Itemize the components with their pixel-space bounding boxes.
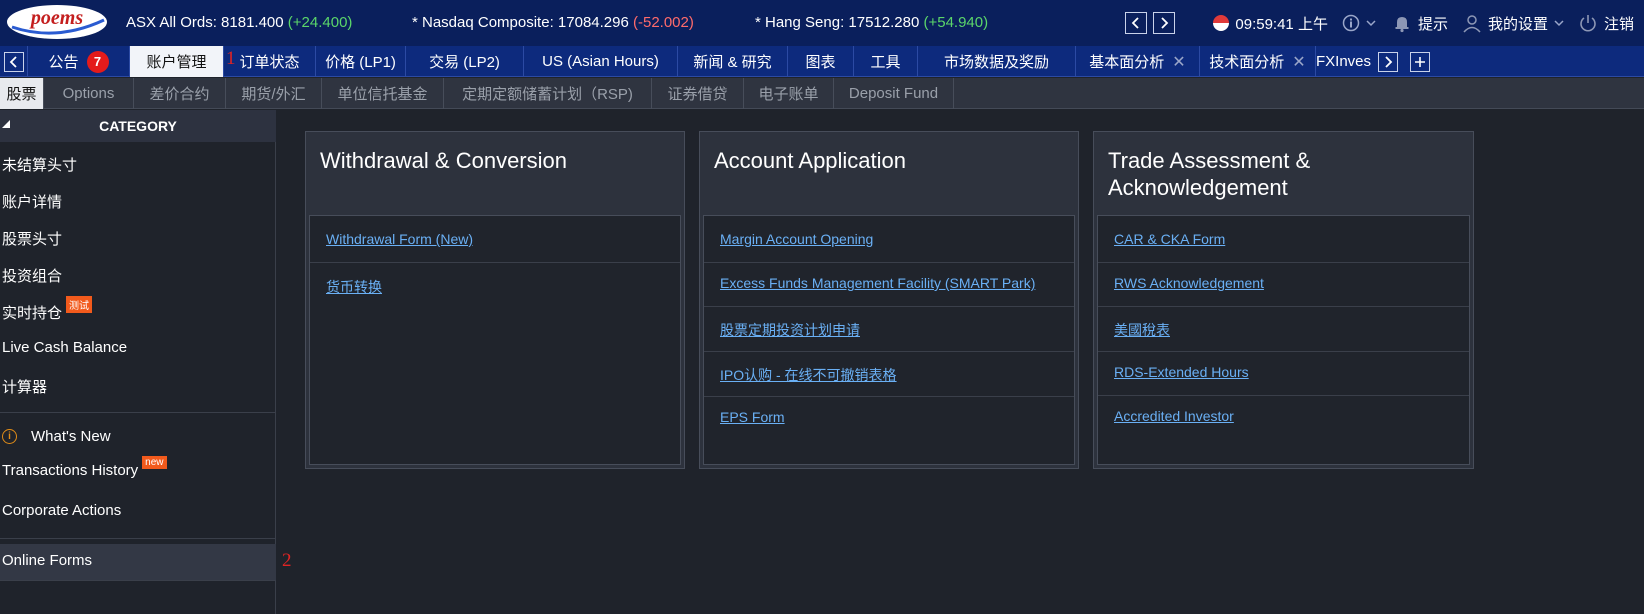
tab-technical-analysis[interactable]: 技术面分析 ✕ bbox=[1200, 46, 1316, 77]
sidebar-item-portfolio[interactable]: 投资组合 bbox=[2, 265, 62, 286]
subtab-stocks[interactable]: 股票 bbox=[0, 78, 44, 109]
chevron-down-icon[interactable] bbox=[1366, 19, 1376, 27]
user-icon[interactable] bbox=[1462, 13, 1482, 33]
sidebar-divider bbox=[0, 538, 276, 539]
tab-announcements[interactable]: 公告 7 bbox=[28, 46, 130, 77]
clock-time: 09:59:41 上午 bbox=[1235, 15, 1328, 33]
sidebar-item-live-cash-balance[interactable]: Live Cash Balance bbox=[2, 339, 127, 356]
link-rws-acknowledgement[interactable]: RWS Acknowledgement bbox=[1114, 275, 1264, 291]
category-header[interactable]: CATEGORY bbox=[0, 110, 276, 142]
new-tag: new bbox=[142, 456, 167, 469]
tab-fundamental-analysis[interactable]: 基本面分析 ✕ bbox=[1076, 46, 1200, 77]
subtab-e-statements[interactable]: 电子账单 bbox=[744, 78, 834, 109]
sidebar-divider bbox=[0, 412, 276, 413]
subtab-securities-lending[interactable]: 证券借贷 bbox=[652, 78, 744, 109]
sidebar-item-whats-new[interactable]: i What's New bbox=[2, 428, 111, 445]
sidebar-item-online-forms[interactable]: Online Forms bbox=[2, 552, 92, 569]
tab-fxinvest[interactable]: FXInves bbox=[1316, 46, 1372, 77]
tab-price-lp1[interactable]: 价格 (LP1) bbox=[316, 46, 406, 77]
nav-scroll-right-button[interactable] bbox=[1374, 46, 1402, 77]
ticker-hangseng: * Hang Seng: 17512.280 (+54.940) bbox=[755, 14, 989, 31]
announcement-count-badge: 7 bbox=[86, 50, 109, 73]
sidebar-item-realtime-holdings[interactable]: 实时持仓 测试 bbox=[2, 296, 93, 323]
poems-logo[interactable]: poems bbox=[4, 2, 110, 42]
timezone-info-icon[interactable] bbox=[1342, 14, 1360, 32]
subtab-deposit-fund[interactable]: Deposit Fund bbox=[834, 78, 954, 109]
chevron-left-icon bbox=[9, 55, 17, 68]
ticker-nasdaq: * Nasdaq Composite: 17084.296 (-52.002) bbox=[412, 14, 694, 31]
annotation-marker-1: 1 bbox=[226, 48, 236, 69]
chevron-right-icon bbox=[1385, 55, 1393, 68]
sidebar-item-stock-positions[interactable]: 股票头寸 bbox=[2, 228, 62, 249]
ticker-prev-button[interactable] bbox=[1125, 12, 1148, 34]
link-currency-conversion[interactable]: 货币转换 bbox=[326, 277, 382, 297]
link-accredited-investor[interactable]: Accredited Investor bbox=[1114, 408, 1234, 424]
sidebar-divider bbox=[0, 580, 276, 581]
tab-trade-lp2[interactable]: 交易 (LP2) bbox=[406, 46, 524, 77]
panel-form-list: CAR & CKA Form RWS Acknowledgement 美國稅表 … bbox=[1097, 215, 1470, 465]
tab-market-data-rewards[interactable]: 市场数据及奖励 bbox=[918, 46, 1076, 77]
subtab-unit-trusts[interactable]: 单位信托基金 bbox=[322, 78, 444, 109]
plus-icon bbox=[1415, 56, 1425, 67]
subtab-options[interactable]: Options bbox=[44, 78, 134, 109]
category-sidebar: CATEGORY 未结算头寸 账户详情 股票头寸 投资组合 实时持仓 测试 Li… bbox=[0, 110, 276, 614]
chevron-left-icon bbox=[1132, 17, 1140, 29]
power-icon[interactable] bbox=[1578, 13, 1598, 33]
panel-trade-assessment: Trade Assessment & Acknowledgement CAR &… bbox=[1093, 131, 1474, 469]
link-smart-park[interactable]: Excess Funds Management Facility (SMART … bbox=[720, 275, 1035, 291]
tab-order-status[interactable]: 订单状态 bbox=[224, 46, 316, 77]
main-nav-bar: 公告 7 账户管理 订单状态 价格 (LP1) 交易 (LP2) US (Asi… bbox=[0, 46, 1644, 77]
chevron-right-icon bbox=[1161, 17, 1169, 29]
link-stock-investment-plan[interactable]: 股票定期投资计划申请 bbox=[720, 320, 860, 340]
tab-us-asian-hours[interactable]: US (Asian Hours) bbox=[524, 46, 678, 77]
panel-form-list: Margin Account Opening Excess Funds Mana… bbox=[703, 215, 1075, 465]
top-bar: poems ASX All Ords: 8181.400 (+24.400) *… bbox=[0, 0, 1644, 46]
ticker-asx: ASX All Ords: 8181.400 (+24.400) bbox=[126, 14, 353, 31]
logout-label[interactable]: 注销 bbox=[1604, 13, 1634, 34]
add-tab-button[interactable] bbox=[1406, 46, 1434, 77]
subtab-rsp[interactable]: 定期定额储蓄计划（RSP) bbox=[444, 78, 652, 109]
panel-title: Account Application bbox=[714, 148, 907, 173]
subtab-cfd[interactable]: 差价合约 bbox=[134, 78, 226, 109]
ticker-next-button[interactable] bbox=[1153, 12, 1176, 34]
sidebar-item-calculator[interactable]: 计算器 bbox=[2, 376, 47, 397]
link-us-tax-form[interactable]: 美國稅表 bbox=[1114, 320, 1170, 340]
panel-account-application: Account Application Margin Account Openi… bbox=[699, 131, 1079, 469]
collapse-triangle-icon[interactable] bbox=[2, 120, 10, 128]
sidebar-item-account-details[interactable]: 账户详情 bbox=[2, 191, 62, 212]
sub-tab-bar: 股票 Options 差价合约 期货/外汇 单位信托基金 定期定额储蓄计划（RS… bbox=[0, 78, 1644, 109]
link-withdrawal-form[interactable]: Withdrawal Form (New) bbox=[326, 231, 473, 247]
tab-account-management[interactable]: 账户管理 bbox=[130, 46, 224, 77]
sidebar-item-unsettled-positions[interactable]: 未结算头寸 bbox=[2, 154, 77, 175]
close-icon[interactable]: ✕ bbox=[1172, 52, 1185, 72]
link-car-cka-form[interactable]: CAR & CKA Form bbox=[1114, 231, 1225, 247]
panel-title: Withdrawal & Conversion bbox=[320, 148, 567, 173]
link-ipo-subscription[interactable]: IPO认购 - 在线不可撤销表格 bbox=[720, 365, 897, 385]
link-margin-account-opening[interactable]: Margin Account Opening bbox=[720, 231, 873, 247]
settings-label[interactable]: 我的设置 bbox=[1488, 13, 1548, 34]
tab-news-research[interactable]: 新闻 & 研究 bbox=[678, 46, 788, 77]
tab-tools[interactable]: 工具 bbox=[854, 46, 918, 77]
tab-charts[interactable]: 图表 bbox=[788, 46, 854, 77]
link-rds-extended-hours[interactable]: RDS-Extended Hours bbox=[1114, 364, 1249, 380]
close-icon[interactable]: ✕ bbox=[1292, 52, 1305, 72]
panel-form-list: Withdrawal Form (New) 货币转换 bbox=[309, 215, 681, 465]
bell-icon[interactable] bbox=[1392, 13, 1412, 33]
header-right-controls: 09:59:41 上午 提示 我的设置 注销 bbox=[1125, 10, 1634, 36]
beta-tag: 测试 bbox=[66, 296, 93, 313]
link-eps-form[interactable]: EPS Form bbox=[720, 409, 785, 425]
sidebar-item-corporate-actions[interactable]: Corporate Actions bbox=[2, 502, 121, 519]
panel-withdrawal-conversion: Withdrawal & Conversion Withdrawal Form … bbox=[305, 131, 685, 469]
nav-scroll-left-button[interactable] bbox=[0, 46, 28, 77]
alerts-label[interactable]: 提示 bbox=[1418, 13, 1448, 34]
info-icon: i bbox=[2, 429, 17, 444]
panel-title: Trade Assessment & Acknowledgement bbox=[1108, 148, 1311, 200]
sidebar-item-transactions-history[interactable]: Transactions History new bbox=[2, 456, 167, 479]
singapore-flag-icon bbox=[1213, 15, 1230, 31]
logo-text: poems bbox=[29, 7, 83, 29]
annotation-marker-2: 2 bbox=[282, 550, 292, 571]
chevron-down-icon[interactable] bbox=[1554, 19, 1564, 27]
subtab-futures-forex[interactable]: 期货/外汇 bbox=[226, 78, 322, 109]
